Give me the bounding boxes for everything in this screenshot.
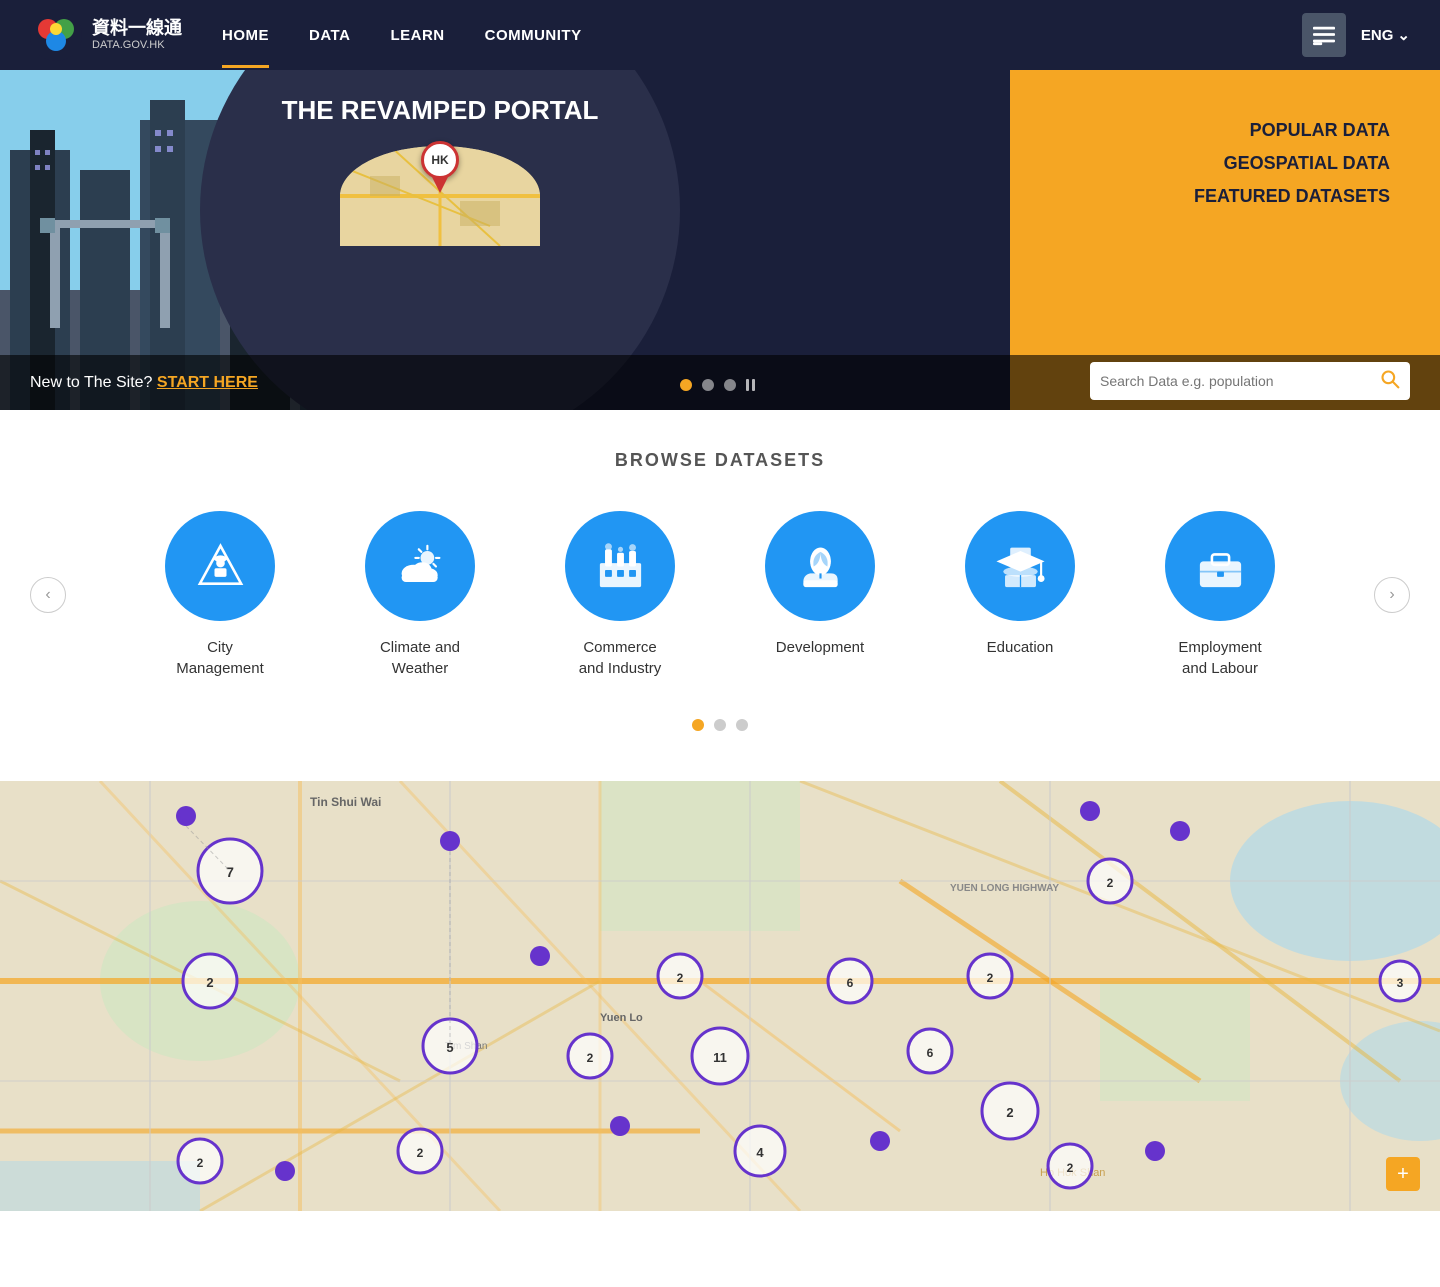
hero-carousel-dots — [680, 378, 760, 392]
svg-text:2: 2 — [1107, 876, 1114, 890]
seedling-icon — [793, 539, 848, 594]
svg-text:4: 4 — [756, 1145, 764, 1160]
dot-1[interactable] — [680, 379, 692, 391]
pin-label: HK — [421, 141, 459, 179]
browse-dot-2[interactable] — [714, 719, 726, 731]
climate-weather-label: Climate andWeather — [380, 637, 460, 679]
browse-title: BROWSE DATASETS — [0, 450, 1440, 471]
svg-text:7: 7 — [226, 864, 234, 880]
factory-icon — [593, 539, 648, 594]
categories-row: CityManagement — [150, 511, 1290, 679]
browse-dot-3[interactable] — [736, 719, 748, 731]
map-zoom-button[interactable]: + — [1386, 1157, 1420, 1191]
briefcase-icon — [1193, 539, 1248, 594]
graduation-icon — [993, 539, 1048, 594]
map-section: Tin Shui Wai Yuen Lo YUEN LONG HIGHWAY H… — [0, 781, 1440, 1211]
development-icon-circle — [765, 511, 875, 621]
hero-title: THE REVAMPED PORTAL — [282, 95, 599, 126]
pin-tail — [432, 177, 448, 193]
new-to-site-text: New to The Site? — [30, 374, 152, 391]
search-bar — [1090, 362, 1410, 400]
nav-home[interactable]: HOME — [222, 3, 269, 68]
nav-community[interactable]: COMMUNITY — [485, 3, 582, 68]
search-button[interactable] — [1380, 369, 1400, 394]
logo-text: 資料一線通 DATA.GOV.HK — [92, 18, 182, 53]
education-label: Education — [987, 637, 1054, 658]
category-development[interactable]: Development — [750, 511, 890, 658]
city-management-label: CityManagement — [176, 637, 264, 679]
nav-learn[interactable]: LEARN — [390, 3, 444, 68]
category-city-management[interactable]: CityManagement — [150, 511, 290, 679]
svg-text:2: 2 — [417, 1146, 424, 1160]
svg-text:2: 2 — [587, 1051, 594, 1065]
nav-right: ENG ⌄ — [1302, 13, 1410, 57]
carousel-left-arrow[interactable]: ‹ — [30, 577, 66, 613]
svg-text:2: 2 — [206, 975, 213, 990]
navigation: 資料一線通 DATA.GOV.HK HOME DATA LEARN COMMUN… — [0, 0, 1440, 70]
svg-text:2: 2 — [1067, 1161, 1074, 1175]
svg-text:3: 3 — [1397, 976, 1404, 990]
category-commerce-industry[interactable]: Commerceand Industry — [550, 511, 690, 679]
category-education[interactable]: Education — [950, 511, 1090, 658]
education-icon-circle — [965, 511, 1075, 621]
featured-datasets-link[interactable]: FEATURED DATASETS — [1194, 186, 1390, 207]
employment-labour-label: Employmentand Labour — [1178, 637, 1261, 679]
svg-text:Tin Shui Wai: Tin Shui Wai — [310, 795, 381, 809]
category-employment-labour[interactable]: Employmentand Labour — [1150, 511, 1290, 679]
city-management-icon-circle — [165, 511, 275, 621]
pause-button[interactable] — [746, 378, 760, 392]
map-svg: Tin Shui Wai Yuen Lo YUEN LONG HIGHWAY H… — [0, 781, 1440, 1211]
hero-section: THE REVAMPED PORTAL — [0, 70, 1440, 410]
development-label: Development — [776, 637, 864, 658]
logo[interactable]: 資料一線通 DATA.GOV.HK — [30, 9, 182, 61]
hero-bottom-bar: New to The Site? START HERE — [0, 355, 1440, 410]
logo-icon — [30, 9, 82, 61]
svg-text:2: 2 — [987, 971, 994, 985]
search-icon — [1380, 369, 1400, 389]
nav-links: HOME DATA LEARN COMMUNITY — [222, 3, 1302, 68]
map-background: Tin Shui Wai Yuen Lo YUEN LONG HIGHWAY H… — [0, 781, 1440, 1211]
browse-dot-1[interactable] — [692, 719, 704, 731]
svg-text:2: 2 — [677, 971, 684, 985]
svg-text:6: 6 — [927, 1046, 934, 1060]
climate-weather-icon-circle — [365, 511, 475, 621]
svg-text:YUEN LONG HIGHWAY: YUEN LONG HIGHWAY — [950, 883, 1059, 894]
popular-data-link[interactable]: POPULAR DATA — [1250, 120, 1390, 141]
employment-labour-icon-circle — [1165, 511, 1275, 621]
svg-text:11: 11 — [713, 1050, 727, 1065]
svg-text:6: 6 — [847, 976, 854, 990]
browse-carousel-dots — [0, 719, 1440, 731]
dot-2[interactable] — [702, 379, 714, 391]
category-climate-weather[interactable]: Climate andWeather — [350, 511, 490, 679]
menu-button[interactable] — [1302, 13, 1346, 57]
commerce-industry-label: Commerceand Industry — [579, 637, 662, 679]
svg-text:Yuen Lo: Yuen Lo — [600, 1012, 643, 1024]
construction-icon — [193, 539, 248, 594]
language-button[interactable]: ENG ⌄ — [1361, 26, 1410, 44]
start-here: New to The Site? START HERE — [30, 374, 258, 392]
geospatial-data-link[interactable]: GEOSPATIAL DATA — [1224, 153, 1390, 174]
nav-data[interactable]: DATA — [309, 3, 350, 68]
dot-3[interactable] — [724, 379, 736, 391]
menu-icon — [1313, 24, 1335, 46]
svg-text:2: 2 — [1006, 1105, 1013, 1120]
carousel-right-arrow[interactable]: › — [1374, 577, 1410, 613]
browse-section: BROWSE DATASETS ‹ C — [0, 410, 1440, 781]
map-pin: HK — [421, 141, 459, 193]
cloud-sun-icon — [393, 539, 448, 594]
svg-text:2: 2 — [197, 1156, 204, 1170]
commerce-industry-icon-circle — [565, 511, 675, 621]
start-here-link[interactable]: START HERE — [157, 374, 258, 391]
category-carousel: ‹ CityManagement — [0, 511, 1440, 679]
search-input[interactable] — [1100, 373, 1380, 389]
